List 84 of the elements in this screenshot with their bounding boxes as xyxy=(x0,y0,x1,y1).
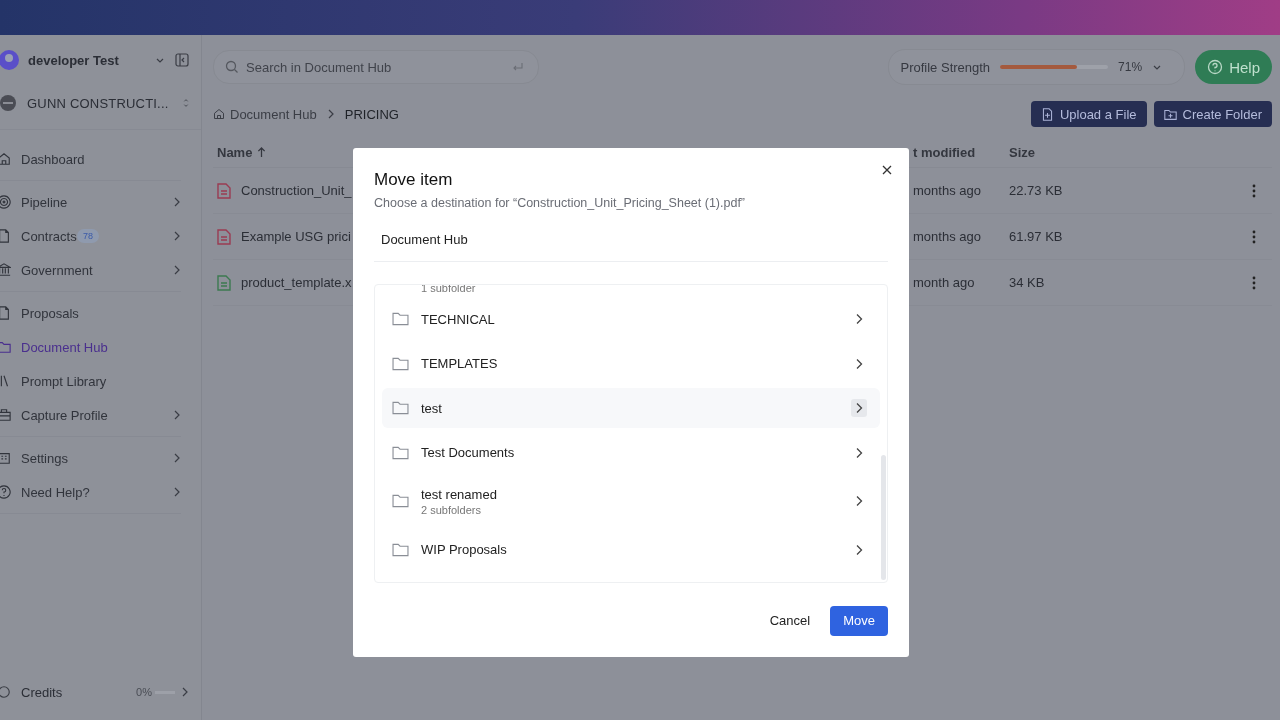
target-icon xyxy=(0,195,11,209)
current-location: Document Hub xyxy=(374,228,888,262)
sidebar-item[interactable]: Dashboard xyxy=(0,142,181,176)
table-cell-text: 22.73 KB xyxy=(1009,183,1064,198)
sidebar-item[interactable]: Contracts 78 xyxy=(0,219,181,253)
books-icon xyxy=(0,374,11,388)
sidebar-item[interactable]: Capture Profile xyxy=(0,398,181,432)
spreadsheet-icon xyxy=(217,274,231,291)
folder-icon xyxy=(392,542,409,557)
sidebar-item[interactable]: Need Help? xyxy=(0,475,181,509)
column-header[interactable]: t modified xyxy=(913,144,1009,160)
folder-icon xyxy=(0,340,11,354)
search-field[interactable]: Search in Document Hub xyxy=(213,50,539,84)
table-cell-text: 61.97 KB xyxy=(1009,229,1064,244)
search-icon xyxy=(225,60,239,74)
more-options-icon[interactable] xyxy=(1252,275,1256,290)
file-icon xyxy=(0,306,11,320)
folder-row[interactable]: Test Documents xyxy=(382,432,880,473)
table-cell-text: month ago xyxy=(913,275,976,290)
sidebar-item[interactable]: Proposals xyxy=(0,296,181,330)
folder-icon xyxy=(392,356,409,371)
chevron-right-icon xyxy=(326,109,335,119)
profile-strength-label: Profile Strength xyxy=(900,59,991,75)
building-icon xyxy=(0,451,11,465)
cancel-button[interactable]: Cancel xyxy=(763,605,817,636)
folder-row[interactable]: WIP Proposals xyxy=(382,529,880,570)
close-icon[interactable] xyxy=(882,165,892,175)
folder-icon xyxy=(392,494,409,508)
more-options-icon[interactable] xyxy=(1252,183,1256,198)
more-options-icon[interactable] xyxy=(1252,229,1256,244)
profile-strength-panel[interactable]: Profile Strength 71% xyxy=(887,49,1186,85)
file-plus-icon xyxy=(1040,107,1054,121)
home-icon xyxy=(0,152,11,166)
help-button[interactable]: Help xyxy=(1195,50,1272,84)
table-cell-text: months ago xyxy=(913,229,982,244)
credits-percent: 0% xyxy=(136,686,152,698)
column-header[interactable]: Name xyxy=(217,144,253,160)
help-icon xyxy=(0,485,11,499)
count-badge: 78 xyxy=(77,229,99,243)
folder-row[interactable]: test renamed 2 subfolders xyxy=(382,477,880,525)
sidebar-item[interactable]: Document Hub xyxy=(0,330,181,364)
help-icon xyxy=(1207,59,1224,75)
folder-icon xyxy=(392,401,409,415)
chevron-right-icon[interactable] xyxy=(851,399,867,417)
profile-strength-percent: 71% xyxy=(1118,60,1143,74)
sidebar-item[interactable]: Prompt Library xyxy=(0,364,181,398)
sort-ascending-icon[interactable] xyxy=(257,146,267,158)
sidebar-item[interactable]: Settings xyxy=(0,441,181,475)
credits-label[interactable]: Credits xyxy=(21,684,137,700)
dialog-title: Move item xyxy=(374,170,454,190)
table-cell-text: months ago xyxy=(913,183,982,198)
organization-name[interactable]: GUNN CONSTRUCTI... xyxy=(27,95,181,111)
dialog-subtitle: Choose a destination for “Construction_Unit_Pricing_Sheet (1).pdf” xyxy=(374,196,747,210)
folder-row[interactable]: TEMPLATES xyxy=(382,343,880,384)
breadcrumb-link[interactable]: Document Hub xyxy=(230,106,317,122)
case-icon xyxy=(0,408,11,422)
document-icon xyxy=(217,182,231,199)
folder-row[interactable]: test xyxy=(382,388,880,428)
sidebar-item[interactable]: Government xyxy=(0,253,181,287)
chevron-right-icon[interactable] xyxy=(181,687,189,697)
user-name[interactable]: developer Test xyxy=(28,52,155,68)
file-icon xyxy=(0,229,11,243)
action-button[interactable]: Upload a File xyxy=(1030,101,1147,127)
subfolder-count: 1 subfolder xyxy=(421,285,476,294)
collapse-sidebar-icon[interactable] xyxy=(175,53,189,67)
breadcrumb-link[interactable]: PRICING xyxy=(344,106,399,122)
folder-icon xyxy=(392,445,409,460)
credits-icon xyxy=(0,685,11,699)
file-name[interactable]: product_template.x xyxy=(241,275,352,290)
avatar-icon xyxy=(0,49,20,71)
column-header[interactable]: Size xyxy=(1009,144,1272,160)
file-name[interactable]: Construction_Unit_ xyxy=(241,183,352,198)
table-cell-text: 34 KB xyxy=(1009,275,1046,290)
document-icon xyxy=(217,228,231,245)
move-button[interactable]: Move xyxy=(830,605,888,636)
folder-row[interactable]: TECHNICAL xyxy=(382,299,880,339)
sidebar-item[interactable]: Pipeline xyxy=(0,185,181,219)
scrollbar[interactable] xyxy=(881,455,886,580)
folder-plus-icon xyxy=(1163,107,1177,121)
action-button[interactable]: Create Folder xyxy=(1153,101,1272,127)
home-icon xyxy=(213,108,225,120)
file-name[interactable]: Example USG prici xyxy=(241,229,351,244)
bank-icon xyxy=(0,263,11,277)
folder-icon xyxy=(392,312,409,326)
